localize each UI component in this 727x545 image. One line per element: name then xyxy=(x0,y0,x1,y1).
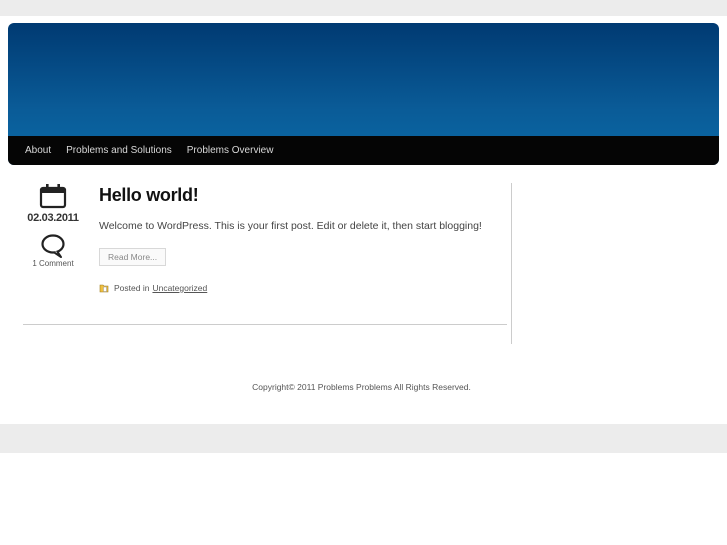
post-title[interactable]: Hello world! xyxy=(99,185,499,206)
post-body: Welcome to WordPress. This is your first… xyxy=(99,220,482,232)
nav-item-problems-overview[interactable]: Problems Overview xyxy=(187,136,274,165)
post: Hello world! Welcome to WordPress. This … xyxy=(99,185,499,293)
calendar-icon xyxy=(39,184,67,209)
nav-item-problems-and-solutions[interactable]: Problems and Solutions xyxy=(66,136,172,165)
top-bar xyxy=(0,0,727,16)
main-nav: About Problems and Solutions Problems Ov… xyxy=(8,136,719,165)
folder-icon xyxy=(99,284,109,293)
sidebar-divider xyxy=(511,183,512,344)
read-more-button[interactable]: Read More... xyxy=(99,248,167,266)
copyright-text: Copyright© 2011 Problems Problems All Ri… xyxy=(252,382,471,392)
post-date: 02.03.2011 xyxy=(27,212,79,224)
bottom-bar xyxy=(0,424,727,453)
comment-count-link[interactable]: 1 Comment xyxy=(23,259,83,268)
posted-in-label: Posted in xyxy=(114,283,150,293)
site-header: About Problems and Solutions Problems Ov… xyxy=(8,23,719,165)
post-divider xyxy=(23,324,507,325)
nav-item-about[interactable]: About xyxy=(25,136,51,165)
comment-bubble-icon[interactable] xyxy=(40,233,66,259)
footer-copyright: Copyright© 2011 Problems Problems All Ri… xyxy=(0,382,727,392)
post-category-line: Posted in Uncategorized xyxy=(99,283,499,293)
post-meta: 02.03.2011 1 Comment xyxy=(23,183,83,268)
category-link[interactable]: Uncategorized xyxy=(152,283,207,293)
